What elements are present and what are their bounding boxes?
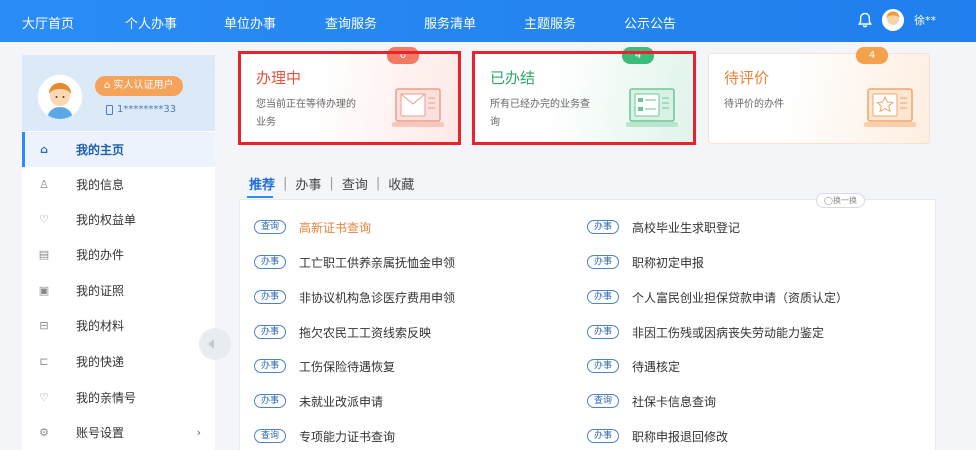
service-item[interactable]: 查询 社保卡信息查询 bbox=[587, 393, 716, 409]
service-item[interactable]: 办事 职称申报退回修改 bbox=[587, 428, 728, 444]
collapse-sidebar-button[interactable] bbox=[199, 328, 231, 360]
service-item[interactable]: 办事 高校毕业生求职登记 bbox=[587, 219, 740, 235]
service-item[interactable]: 办事 职称初定申报 bbox=[587, 254, 704, 270]
heart-shield-icon: ♡ bbox=[39, 212, 49, 226]
shuffle-button[interactable]: ◯换一换 bbox=[816, 193, 865, 208]
service-tag: 办事 bbox=[587, 290, 620, 304]
nav-item-unit[interactable]: 单位办事 bbox=[224, 13, 276, 32]
sidebar-item-my-info[interactable]: ♙ 我的信息 bbox=[22, 167, 215, 202]
service-item[interactable]: 办事 未就业改派申请 bbox=[254, 393, 383, 409]
folder-icon: ⊟ bbox=[39, 318, 49, 332]
tab-query[interactable]: 查询 bbox=[340, 174, 370, 193]
chevron-right-icon: › bbox=[196, 426, 201, 439]
nav-item-query[interactable]: 查询服务 bbox=[325, 13, 377, 32]
bell-icon[interactable] bbox=[858, 12, 872, 28]
service-tag: 办事 bbox=[254, 325, 287, 339]
service-tag: 查询 bbox=[254, 429, 287, 443]
shield-icon: ⌂ bbox=[104, 80, 114, 91]
id-card-icon: ▣ bbox=[38, 283, 50, 297]
card-to-evaluate[interactable]: 待评价 待评价的办件 4 bbox=[708, 47, 930, 144]
service-tag: 办事 bbox=[254, 394, 287, 408]
sidebar-item-family[interactable]: ♡ 我的亲情号 bbox=[22, 380, 215, 415]
home-icon: ⌂ bbox=[40, 142, 48, 156]
service-tag: 办事 bbox=[587, 325, 620, 339]
sidebar: ⌂ 实人认证用户 1********33 ⌂ 我的主页 ♙ 我的信息 ♡ 我的权… bbox=[22, 55, 215, 450]
service-tag: 办事 bbox=[254, 255, 287, 269]
service-item[interactable]: 办事 非协议机构急诊医疗费用申领 bbox=[254, 289, 455, 305]
top-nav: 大厅首页 个人办事 单位办事 查询服务 服务清单 主题服务 公示公告 徐** bbox=[0, 0, 976, 42]
settings-icon: ⚙ bbox=[39, 425, 49, 439]
nav-item-personal[interactable]: 个人办事 bbox=[125, 13, 177, 32]
phone-number: 1********33 bbox=[106, 104, 176, 115]
service-tag: 办事 bbox=[254, 359, 287, 373]
sidebar-item-settings[interactable]: ⚙ 账号设置 › bbox=[22, 415, 215, 450]
service-item[interactable]: 查询 高新证书查询 bbox=[254, 219, 371, 235]
user-avatar-icon[interactable] bbox=[882, 9, 904, 31]
truck-icon: ⊏ bbox=[39, 354, 49, 368]
service-item[interactable]: 办事 工伤保险待遇恢复 bbox=[254, 358, 395, 374]
phone-icon bbox=[106, 104, 113, 115]
count-badge: 4 bbox=[856, 47, 888, 64]
service-tag: 办事 bbox=[587, 220, 620, 234]
avatar bbox=[38, 75, 82, 119]
service-tag: 办事 bbox=[254, 290, 287, 304]
service-tag: 查询 bbox=[587, 394, 620, 408]
sidebar-item-home[interactable]: ⌂ 我的主页 bbox=[22, 132, 215, 167]
tab-favorites[interactable]: 收藏 bbox=[386, 174, 416, 193]
service-tabs: 推荐 | 办事 | 查询 | 收藏 bbox=[247, 174, 416, 193]
tab-recommend[interactable]: 推荐 bbox=[247, 174, 277, 193]
service-item[interactable]: 办事 拖欠农民工工资线索反映 bbox=[254, 324, 431, 340]
nav-item-announcement[interactable]: 公示公告 bbox=[624, 13, 676, 32]
highlight-frame bbox=[472, 51, 696, 145]
service-tag: 办事 bbox=[587, 255, 620, 269]
nav-item-hall-home[interactable]: 大厅首页 bbox=[22, 13, 74, 32]
auth-badge: ⌂ 实人认证用户 bbox=[95, 76, 183, 96]
user-name[interactable]: 徐** bbox=[914, 12, 936, 28]
sidebar-item-licenses[interactable]: ▣ 我的证照 bbox=[22, 273, 215, 308]
card-title: 待评价 bbox=[724, 69, 770, 87]
sidebar-item-materials[interactable]: ⊟ 我的材料 bbox=[22, 308, 215, 343]
highlight-frame bbox=[238, 51, 461, 145]
service-tag: 查询 bbox=[254, 220, 287, 234]
user-icon: ♙ bbox=[39, 177, 49, 191]
service-item[interactable]: 办事 非因工伤残或因病丧失劳动能力鉴定 bbox=[587, 324, 824, 340]
tab-handle[interactable]: 办事 bbox=[293, 174, 323, 193]
service-tag: 办事 bbox=[587, 429, 620, 443]
sidebar-item-express[interactable]: ⊏ 我的快递 bbox=[22, 344, 215, 379]
service-item[interactable]: 办事 待遇核定 bbox=[587, 358, 680, 374]
service-item[interactable]: 办事 工亡职工供养亲属抚恤金申领 bbox=[254, 254, 455, 270]
tab-underline bbox=[247, 196, 273, 198]
profile-card: ⌂ 实人认证用户 1********33 bbox=[22, 55, 215, 131]
document-icon: ▤ bbox=[38, 247, 50, 261]
sidebar-item-rights[interactable]: ♡ 我的权益单 bbox=[22, 202, 215, 237]
family-icon: ♡ bbox=[39, 390, 49, 404]
nav-item-service-list[interactable]: 服务清单 bbox=[424, 13, 476, 32]
service-item[interactable]: 查询 专项能力证书查询 bbox=[254, 428, 395, 444]
nav-item-topic[interactable]: 主题服务 bbox=[524, 13, 576, 32]
card-desc: 待评价的办件 bbox=[724, 99, 784, 110]
laptop-star-icon bbox=[864, 88, 916, 127]
chevron-left-icon bbox=[208, 339, 214, 349]
service-item[interactable]: 办事 个人富民创业担保贷款申请（资质认定） bbox=[587, 289, 848, 305]
service-tag: 办事 bbox=[587, 359, 620, 373]
user-area: 徐** bbox=[858, 9, 936, 31]
sidebar-item-my-cases[interactable]: ▤ 我的办件 bbox=[22, 237, 215, 272]
